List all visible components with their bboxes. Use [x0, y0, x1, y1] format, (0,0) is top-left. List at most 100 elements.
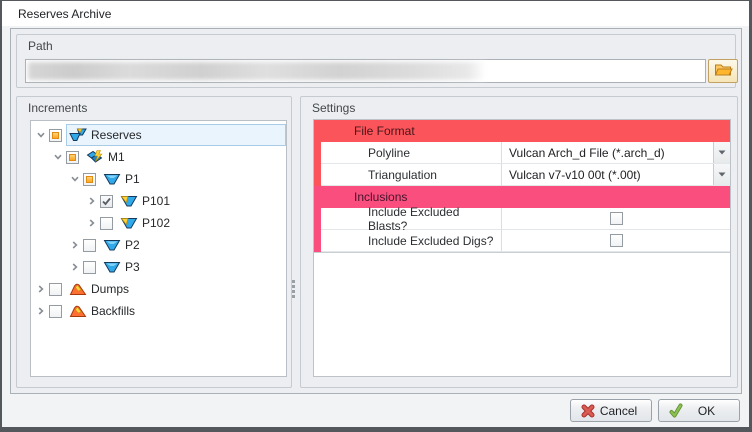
cancel-button-label: Cancel — [599, 403, 638, 418]
pit-icon — [103, 238, 121, 252]
path-input[interactable] — [25, 59, 706, 83]
chevron-right-icon[interactable] — [69, 239, 81, 251]
grid-section-header-file-format: File Format — [314, 120, 730, 142]
ok-button-label: OK — [697, 403, 716, 418]
tree-item-p2[interactable]: P2 — [31, 234, 286, 256]
tree-item-label: P101 — [142, 194, 171, 208]
pit-icon — [103, 172, 121, 186]
open-folder-icon — [714, 62, 733, 80]
chevron-right-icon[interactable] — [35, 305, 47, 317]
tree-node[interactable]: P102 — [117, 212, 286, 234]
tree-node[interactable]: P101 — [117, 190, 286, 212]
tree-checkbox-reserves[interactable] — [49, 128, 62, 142]
tree-node[interactable]: Dumps — [66, 278, 286, 300]
chevron-right-icon[interactable] — [86, 217, 98, 229]
grid-row-polyline: Polyline Vulcan Arch_d File (*.arch_d) — [314, 142, 730, 164]
ok-button[interactable]: OK — [658, 399, 740, 422]
grid-section-header-label: File Format — [354, 124, 415, 138]
checkbox-include-excluded-blasts[interactable] — [609, 212, 623, 225]
dropdown-triangulation[interactable]: Vulcan v7-v10 00t (*.00t) — [502, 164, 730, 186]
category-stripe — [314, 142, 321, 164]
dropdown-button[interactable] — [713, 142, 730, 163]
grid-row-include-excluded-blasts: Include Excluded Blasts? — [314, 205, 730, 233]
settings-group: Settings File Format Polyline Vulcan Arch_… — [300, 96, 738, 388]
dropdown-value: Vulcan v7-v10 00t (*.00t) — [509, 167, 641, 182]
grid-row-label: Polyline — [321, 142, 502, 164]
indeterminate-mark — [86, 175, 93, 183]
increments-group-label: Increments — [28, 101, 88, 115]
window-title: Reserves Archive — [18, 7, 112, 21]
path-group-label: Path — [28, 39, 53, 53]
checkbox-cell-include-excluded-digs — [502, 230, 730, 252]
settings-panel: File Format Polyline Vulcan Arch_d File (*… — [313, 119, 731, 377]
tree-item-m1[interactable]: M1 — [31, 146, 286, 168]
pit-icon — [103, 260, 121, 274]
chevron-down-icon[interactable] — [52, 151, 64, 163]
tree-node[interactable]: M1 — [83, 146, 286, 168]
dropdown-polyline[interactable]: Vulcan Arch_d File (*.arch_d) — [502, 142, 730, 164]
chevron-right-icon[interactable] — [86, 195, 98, 207]
path-group: Path — [16, 34, 738, 88]
tree-checkbox-p3[interactable] — [83, 260, 96, 274]
tree-item-label: P2 — [125, 238, 140, 252]
indeterminate-mark — [52, 131, 59, 139]
tree-item-label: Backfills — [91, 304, 136, 318]
cancel-x-icon — [580, 403, 596, 419]
pit-stage-icon — [120, 194, 138, 208]
tree-item-backfills[interactable]: Backfills — [31, 300, 286, 322]
tree-item-reserves[interactable]: Reserves — [31, 124, 286, 146]
dropdown-value: Vulcan Arch_d File (*.arch_d) — [509, 145, 665, 160]
chevron-right-icon[interactable] — [35, 283, 47, 295]
grid-row-label: Include Excluded Digs? — [321, 230, 502, 252]
grid-section-header-label: Inclusions — [354, 190, 408, 204]
tree-checkbox-backfills[interactable] — [49, 304, 62, 318]
tree-node[interactable]: Backfills — [66, 300, 286, 322]
tree-item-label: M1 — [108, 150, 125, 164]
tree-item-p3[interactable]: P3 — [31, 256, 286, 278]
dropdown-button[interactable] — [713, 164, 730, 185]
tree-item-label: P1 — [125, 172, 140, 186]
settings-grid: File Format Polyline Vulcan Arch_d File (*… — [314, 120, 730, 253]
tree-item-p1[interactable]: P1 — [31, 168, 286, 190]
chevron-right-icon[interactable] — [69, 261, 81, 273]
dump-icon — [69, 282, 87, 296]
model-icon — [86, 150, 104, 164]
tree-item-p101[interactable]: P101 — [31, 190, 286, 212]
category-stripe — [314, 164, 321, 186]
tree-node[interactable]: P1 — [100, 168, 286, 190]
title-bar[interactable]: Reserves Archive — [1, 1, 751, 26]
indeterminate-mark — [69, 153, 76, 161]
pit-stage-icon — [120, 216, 138, 230]
panel-splitter-handle[interactable] — [292, 280, 296, 298]
category-stripe — [314, 230, 321, 252]
tree-checkbox-p101[interactable] — [100, 194, 113, 208]
tree-item-dumps[interactable]: Dumps — [31, 278, 286, 300]
grid-row-label: Triangulation — [321, 164, 502, 186]
checkbox-include-excluded-digs[interactable] — [609, 234, 623, 247]
tree-node[interactable]: P2 — [100, 234, 286, 256]
grid-row-triangulation: Triangulation Vulcan v7-v10 00t (*.00t) — [314, 164, 730, 186]
tree-checkbox-p2[interactable] — [83, 238, 96, 252]
tree-item-p102[interactable]: P102 — [31, 212, 286, 234]
grid-row-label: Include Excluded Blasts? — [321, 205, 502, 233]
tree-checkbox-dumps[interactable] — [49, 282, 62, 296]
tree-checkbox-p102[interactable] — [100, 216, 113, 230]
tree-node[interactable]: P3 — [100, 256, 286, 278]
chevron-down-icon[interactable] — [69, 173, 81, 185]
tree-item-label: P102 — [142, 216, 171, 230]
tree-node[interactable]: Reserves — [66, 124, 286, 146]
chevron-down-icon[interactable] — [35, 129, 47, 141]
browse-button[interactable] — [708, 59, 738, 83]
category-stripe — [314, 208, 321, 230]
tree-item-label: Dumps — [91, 282, 130, 296]
reserves-stack-icon — [69, 128, 87, 142]
increments-group: Increments Reserves M1 P1 P101 P102 P2 P3 Dumps… — [16, 96, 292, 388]
ok-check-icon — [668, 403, 684, 419]
checkbox-cell-include-excluded-blasts — [502, 208, 730, 230]
tree-checkbox-p1[interactable] — [83, 172, 96, 186]
cancel-button[interactable]: Cancel — [570, 399, 652, 422]
grid-row-include-excluded-digs: Include Excluded Digs? — [314, 230, 730, 252]
tree-checkbox-m1[interactable] — [66, 150, 79, 164]
reserves-archive-dialog: Reserves Archive Path Increments Reserve… — [0, 0, 752, 432]
increments-tree: Reserves M1 P1 P101 P102 P2 P3 Dumps Backfills — [30, 120, 287, 377]
